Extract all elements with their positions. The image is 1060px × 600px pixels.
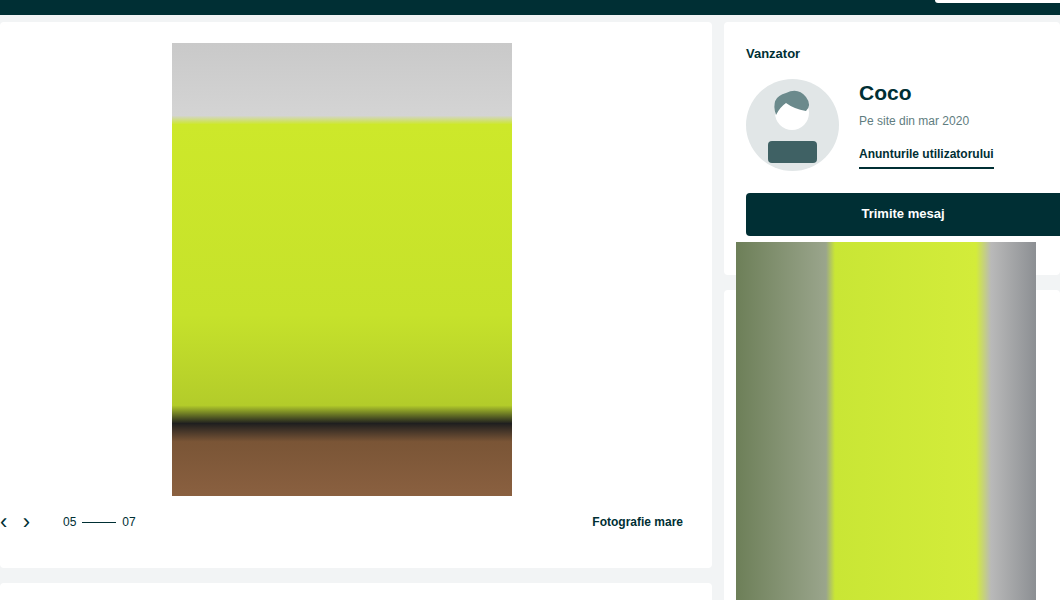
photo-counter: 05 07 — [63, 513, 136, 531]
avatar-icon — [746, 79, 839, 171]
overlay-photo — [736, 242, 1036, 600]
total-photos: 07 — [122, 513, 135, 531]
seller-heading: Vanzator — [746, 44, 1060, 64]
left-column: ‹› 05 07 Fotografie mare — [0, 22, 712, 600]
seller-since: Pe site din mar 2020 — [859, 112, 994, 130]
current-photo: 05 — [63, 513, 76, 531]
prev-button[interactable]: ‹ — [0, 511, 10, 533]
seller-info: Coco Pe site din mar 2020 Anunturile utili… — [859, 79, 994, 170]
listing-photo[interactable] — [172, 43, 512, 496]
seller-name: Coco — [859, 77, 994, 109]
search-field[interactable] — [935, 0, 1060, 3]
large-photo-link[interactable]: Fotografie mare — [592, 513, 683, 531]
seller-row: Coco Pe site din mar 2020 Anunturile utili… — [746, 79, 1060, 171]
next-button[interactable]: › — [10, 511, 43, 533]
seller-card: Vanzator Coco Pe site din mar 2020 Anunturi… — [724, 22, 1060, 275]
counter-dash — [82, 522, 116, 523]
seller-ads-link[interactable]: Anunturile utilizatorului — [859, 145, 994, 169]
description-card — [0, 583, 712, 600]
message-button[interactable]: Trimite mesaj — [746, 193, 1060, 236]
gallery-bar: ‹› 05 07 Fotografie mare — [0, 496, 712, 534]
gallery-card: ‹› 05 07 Fotografie mare — [0, 22, 712, 568]
top-bar — [0, 0, 1060, 15]
